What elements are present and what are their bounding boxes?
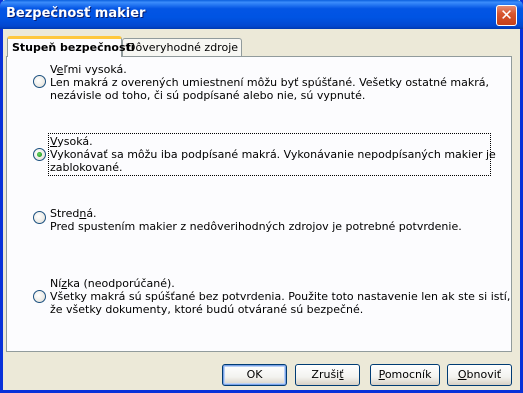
option-high-text: Vysoká. Vykonávať sa môžu iba podpísané … (48, 133, 496, 176)
close-icon: ✕ (500, 6, 513, 24)
reset-button[interactable]: Obnoviť (447, 364, 512, 386)
security-level-panel: Veľmi vysoká. Len makrá z overených umie… (6, 56, 512, 352)
option-low-text: Nízka (neodporúčané). Všetky makrá sú sp… (50, 277, 511, 316)
window-title: Bezpečnosť makier (6, 6, 146, 21)
tab-security-level[interactable]: Stupeň bezpečnosti (7, 36, 135, 57)
option-title: Veľmi vysoká. (50, 63, 127, 76)
cancel-button[interactable]: Zrušiť (295, 364, 360, 386)
option-title: Nízka (neodporúčané). (50, 277, 175, 290)
option-title: Stredná. (50, 207, 97, 220)
option-description-line: zablokované. (50, 161, 123, 174)
tab-label: Stupeň bezpečnosti (12, 41, 135, 54)
option-description-line: nezávisle od toho, či sú podpísané alebo… (50, 89, 366, 102)
tab-label: Dôveryhodné zdroje (127, 41, 239, 54)
option-title: Vysoká. (50, 135, 93, 148)
radio-very-high[interactable] (33, 75, 46, 88)
radio-medium[interactable] (33, 211, 46, 224)
option-very-high-text: Veľmi vysoká. Len makrá z overených umie… (50, 63, 490, 102)
option-medium-text: Stredná. Pred spustením makier z nedôver… (50, 207, 490, 233)
option-description-line: Všetky makrá sú spúšťané bez potvrdenia.… (50, 290, 511, 303)
option-description-line: Len makrá z overených umiestnení môžu by… (50, 76, 489, 89)
help-button[interactable]: Pomocník (370, 364, 440, 386)
radio-low[interactable] (33, 290, 46, 303)
option-description-line: Pred spustením makier z nedôverihodných … (50, 220, 462, 233)
close-button[interactable]: ✕ (496, 5, 517, 26)
radio-high[interactable] (33, 148, 46, 161)
option-description-line: Vykonávať sa môžu iba podpísané makrá. V… (50, 148, 496, 161)
title-bar[interactable]: Bezpečnosť makier ✕ (0, 0, 523, 29)
option-description-line: že všetky dokumenty, ktoré budú otvárané… (50, 303, 364, 316)
radio-selected-dot (37, 152, 42, 157)
ok-button[interactable]: OK (222, 364, 287, 386)
tab-trusted-sources[interactable]: Dôveryhodné zdroje (122, 38, 242, 57)
